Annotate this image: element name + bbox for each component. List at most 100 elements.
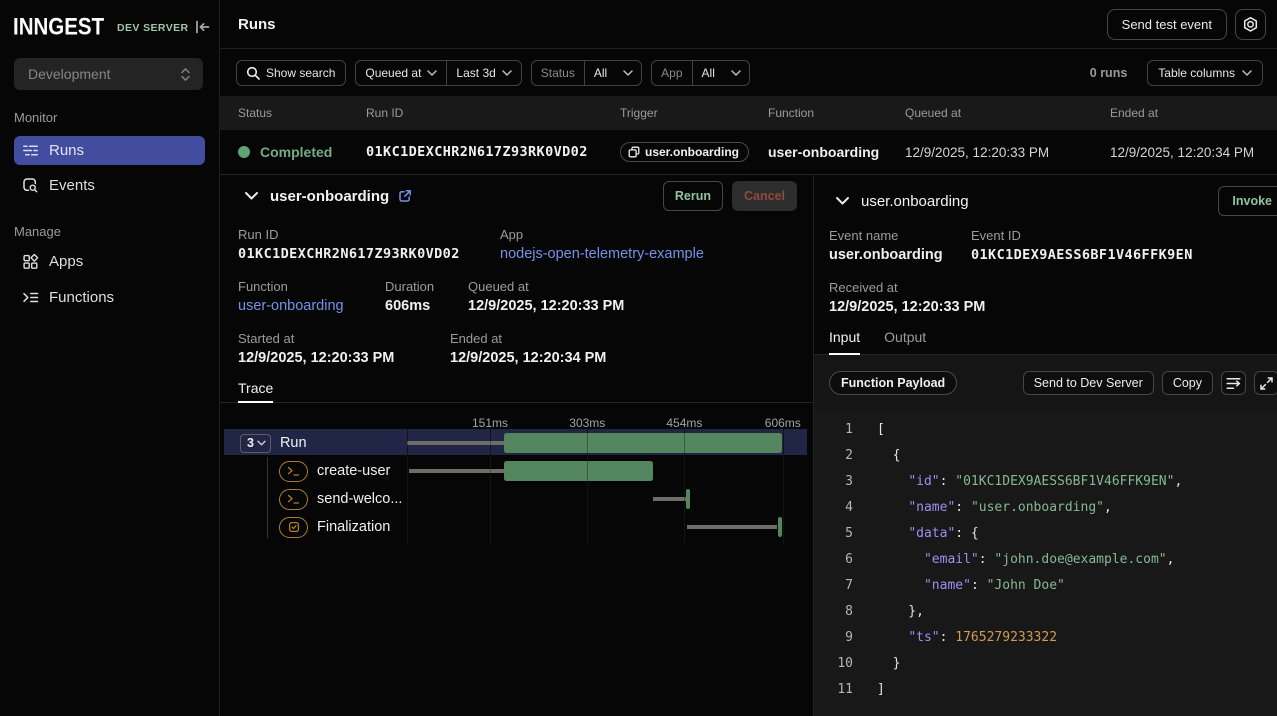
- app-filter-label: App: [652, 61, 691, 85]
- app-field: App nodejs-open-telemetry-example: [500, 228, 704, 262]
- app-filter-dropdown[interactable]: All: [692, 61, 749, 85]
- field-value: user.onboarding: [829, 247, 971, 263]
- run-id-value: 01KC1DEXCHR2N617Z93RK0VD02: [366, 144, 620, 160]
- trace-row-bars[interactable]: [220, 429, 813, 457]
- external-link-icon[interactable]: [398, 189, 412, 203]
- show-search-button[interactable]: Show search: [236, 60, 346, 86]
- gear-icon: [1242, 16, 1259, 33]
- function-link[interactable]: user-onboarding: [238, 298, 385, 314]
- line-number: 4: [814, 495, 853, 521]
- function-cell[interactable]: user-onboarding: [768, 144, 905, 160]
- app-filter-group: App All: [651, 60, 750, 86]
- run-detail-header: user-onboarding Rerun Cancel: [220, 175, 813, 211]
- trace-row-step[interactable]: Finalization: [279, 513, 390, 541]
- queued-at-dropdown[interactable]: Queued at: [356, 61, 446, 85]
- chevron-down-icon: [427, 70, 437, 76]
- code-line: 7 "name": "John Doe": [814, 573, 1277, 599]
- field-label: Run ID: [238, 228, 500, 242]
- cancel-button[interactable]: Cancel: [732, 181, 797, 211]
- functions-icon: [22, 289, 39, 306]
- axis-tick-label: 606ms: [765, 416, 801, 430]
- code-line: 5 "data": {: [814, 521, 1277, 547]
- step-run-icon: [279, 461, 308, 482]
- line-number: 11: [814, 677, 853, 703]
- events-icon: [22, 177, 39, 194]
- search-icon: [246, 66, 260, 80]
- trace-row-name: Finalization: [317, 519, 390, 535]
- sidebar-item-label: Apps: [49, 253, 83, 270]
- sidebar-item-runs[interactable]: Runs: [14, 136, 205, 165]
- dev-server-badge: DEV SERVER: [117, 22, 189, 34]
- line-number: 7: [814, 573, 853, 599]
- line-number: 1: [814, 417, 853, 443]
- app-link[interactable]: nodejs-open-telemetry-example: [500, 246, 704, 262]
- sidebar-item-apps[interactable]: Apps: [14, 247, 205, 276]
- ended-at-field: Ended at 12/9/2025, 12:20:34 PM: [450, 332, 606, 366]
- chevron-down-icon: [502, 70, 512, 76]
- collapse-sidebar-icon[interactable]: [194, 19, 211, 35]
- tab-input[interactable]: Input: [829, 330, 860, 354]
- code-line: 11]: [814, 677, 1277, 703]
- status-filter-dropdown[interactable]: All: [584, 61, 641, 85]
- time-range-value: Last 3d: [456, 66, 495, 80]
- sidebar-item-label: Events: [49, 177, 95, 194]
- field-value: 12/9/2025, 12:20:33 PM: [468, 298, 624, 314]
- collapse-event-chevron-icon[interactable]: [835, 196, 850, 206]
- trace-waterfall: 151ms303ms454ms606ms3Runcreate-usersend-…: [220, 407, 813, 716]
- trigger-chip[interactable]: user.onboarding: [620, 142, 749, 162]
- tab-output[interactable]: Output: [884, 330, 926, 354]
- expand-button[interactable]: [1254, 371, 1277, 395]
- tab-trace[interactable]: Trace: [238, 381, 273, 402]
- time-range-dropdown[interactable]: Last 3d: [446, 61, 520, 85]
- duration-bar: [504, 461, 652, 481]
- received-at-field: Received at 12/9/2025, 12:20:33 PM: [829, 281, 985, 315]
- duration-bar: [504, 433, 782, 453]
- word-wrap-icon: [1226, 377, 1241, 390]
- copy-button[interactable]: Copy: [1162, 371, 1213, 395]
- collapse-run-chevron-icon[interactable]: [244, 191, 259, 201]
- code-line: 10 }: [814, 651, 1277, 677]
- word-wrap-button[interactable]: [1221, 371, 1246, 395]
- code-text: "id": "01KC1DEX9AESS6BF1V46FFK9EN",: [877, 469, 1182, 495]
- status-label: Completed: [260, 144, 332, 160]
- status-value: All: [594, 66, 607, 80]
- field-value: 12/9/2025, 12:20:34 PM: [450, 350, 606, 366]
- event-fields-row-1: Event name user.onboarding Event ID 01KC…: [814, 229, 1277, 263]
- expand-steps-badge[interactable]: 3: [240, 434, 271, 453]
- inngest-logo: INNGEST: [13, 13, 93, 41]
- send-test-event-button[interactable]: Send test event: [1107, 9, 1227, 40]
- sidebar-item-label: Functions: [49, 289, 114, 306]
- function-field: Function user-onboarding: [238, 280, 385, 314]
- trace-row-step[interactable]: create-user: [279, 457, 390, 485]
- trace-row-step[interactable]: send-welco...: [279, 485, 402, 513]
- code-text: "email": "john.doe@example.com",: [877, 547, 1174, 573]
- rerun-button[interactable]: Rerun: [663, 181, 723, 211]
- chevron-down-icon: [1242, 70, 1252, 76]
- code-text: "data": {: [877, 521, 979, 547]
- environment-select[interactable]: Development: [14, 58, 203, 90]
- invoke-button[interactable]: Invoke: [1218, 186, 1277, 216]
- runs-icon: [22, 142, 39, 159]
- event-detail-panel: user.onboarding Invoke Event name user.o…: [814, 175, 1277, 716]
- sidebar-item-events[interactable]: Events: [14, 171, 205, 200]
- duration-bar: [778, 517, 782, 537]
- col-function: Function: [768, 106, 905, 120]
- line-number: 10: [814, 651, 853, 677]
- payload-code-editor[interactable]: 1[2 {3 "id": "01KC1DEX9AESS6BF1V46FFK9EN…: [814, 410, 1277, 716]
- sidebar-item-functions[interactable]: Functions: [14, 283, 205, 312]
- code-text: [: [877, 417, 885, 443]
- code-text: "ts": 1765279233322: [877, 625, 1057, 651]
- table-columns-button[interactable]: Table columns: [1147, 60, 1263, 86]
- runs-table-header: Status Run ID Trigger Function Queued at…: [220, 96, 1277, 130]
- chevron-down-icon: [257, 440, 266, 446]
- code-line: 3 "id": "01KC1DEX9AESS6BF1V46FFK9EN",: [814, 469, 1277, 495]
- logo-row: INNGEST DEV SERVER: [0, 0, 219, 40]
- filter-bar: Show search Queued at Last 3d Status All…: [220, 49, 1277, 96]
- code-line: 6 "email": "john.doe@example.com",: [814, 547, 1277, 573]
- trace-row-run[interactable]: 3Run: [240, 429, 307, 457]
- field-label: Received at: [829, 281, 985, 295]
- run-table-row[interactable]: Completed 01KC1DEXCHR2N617Z93RK0VD02 use…: [220, 130, 1277, 174]
- send-to-dev-server-button[interactable]: Send to Dev Server: [1023, 371, 1154, 395]
- payload-type-pill: Function Payload: [829, 371, 957, 395]
- settings-button[interactable]: [1235, 9, 1266, 40]
